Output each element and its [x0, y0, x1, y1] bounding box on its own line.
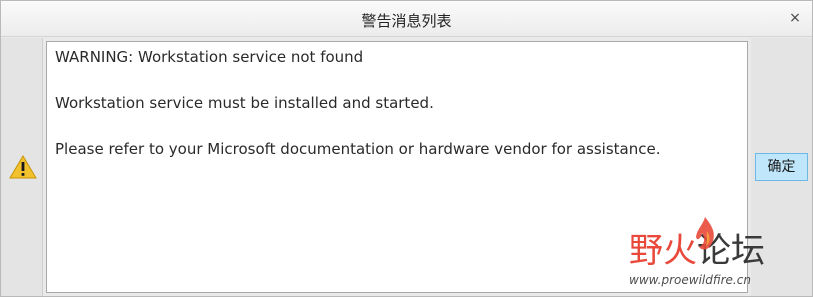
message-line: WARNING: Workstation service not found [55, 48, 364, 66]
title-bar[interactable]: 警告消息列表 × [1, 1, 812, 37]
watermark-url: www.proewildfire.cn [629, 273, 751, 287]
forum-watermark: 野火论坛 www.proewildfire.cn [629, 217, 799, 291]
warning-dialog: 警告消息列表 × WARNING: Workstation service no… [0, 0, 813, 297]
message-line: Please refer to your Microsoft documenta… [55, 140, 661, 158]
message-line [55, 69, 739, 92]
message-line [55, 115, 739, 138]
close-icon[interactable]: × [786, 9, 804, 27]
warning-icon [9, 155, 37, 179]
dialog-title: 警告消息列表 [361, 12, 452, 30]
message-line: Workstation service must be installed an… [55, 94, 434, 112]
flame-icon [696, 217, 714, 250]
watermark-char: 野 [629, 231, 663, 271]
ok-button[interactable]: 确定 [755, 153, 808, 181]
icon-column [1, 38, 43, 296]
